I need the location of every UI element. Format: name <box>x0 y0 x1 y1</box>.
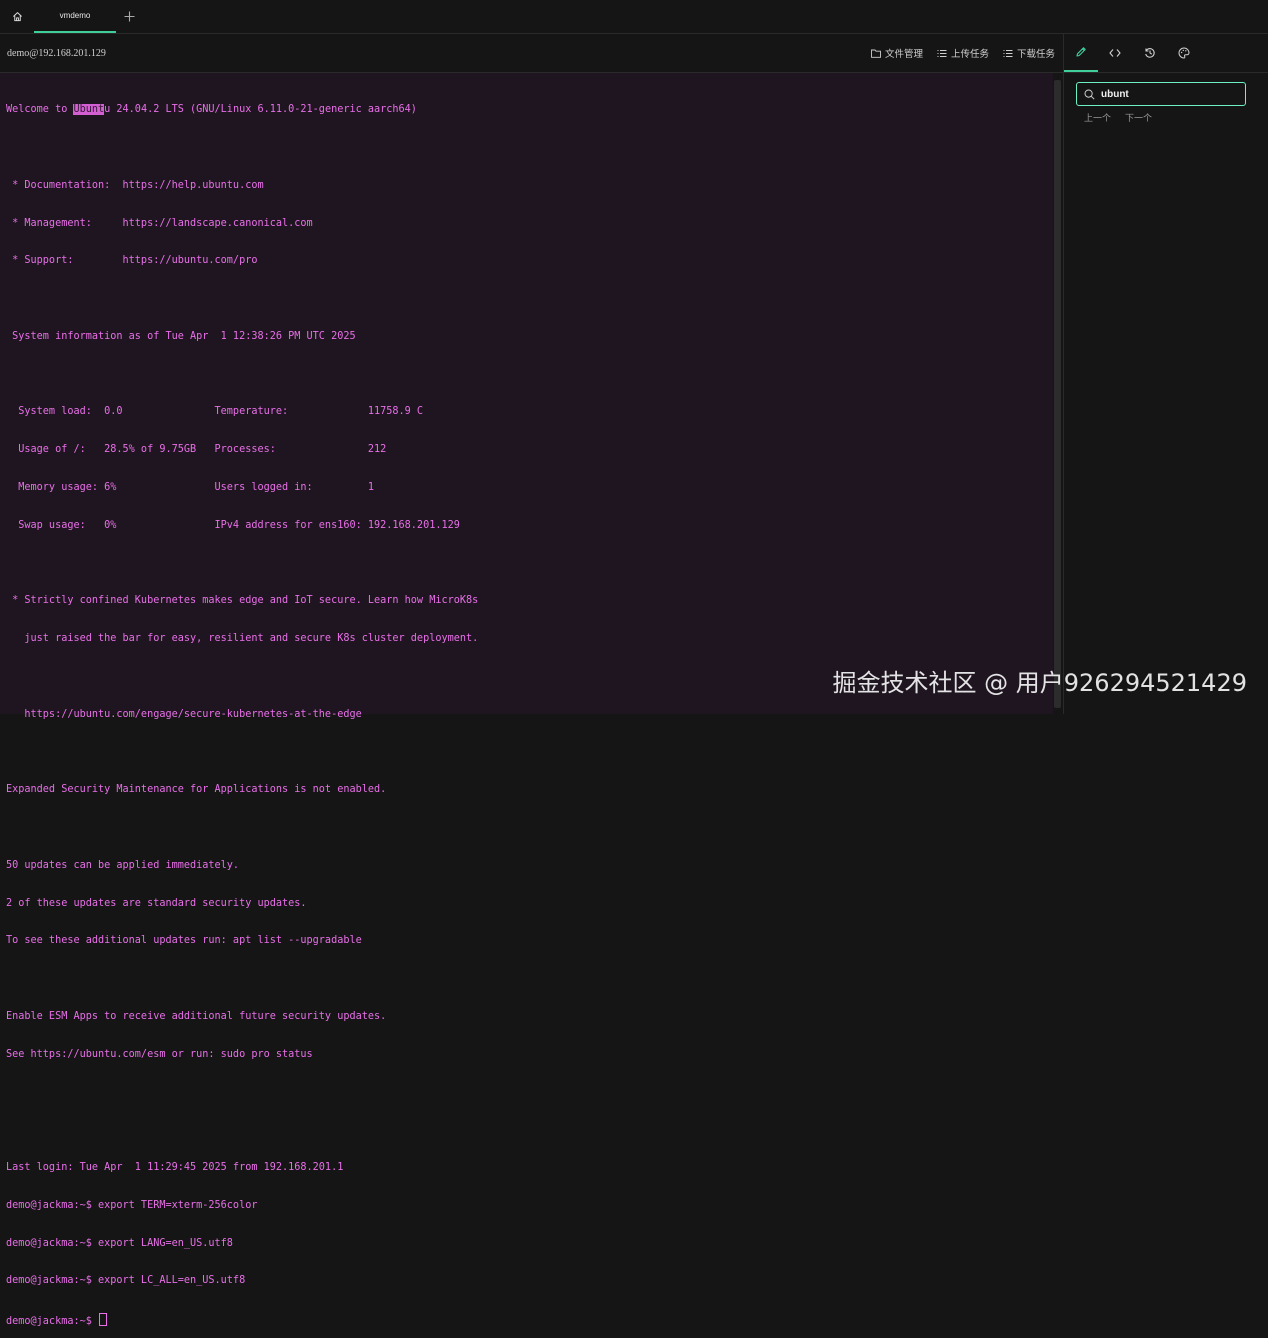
tab-history[interactable] <box>1133 34 1167 71</box>
terminal-search-box[interactable] <box>1076 82 1246 106</box>
list-icon <box>937 49 947 57</box>
add-tab-button[interactable] <box>118 0 140 33</box>
terminal-line: demo@jackma:~$ export TERM=xterm-256colo… <box>6 1199 258 1211</box>
tab-bar: vmdemo <box>0 0 1268 34</box>
terminal-line: Swap usage: 0% IPv4 address for ens160: … <box>6 519 460 531</box>
right-panel: 上一个 下一个 <box>1063 34 1268 714</box>
terminal-line: See https://ubuntu.com/esm or run: sudo … <box>6 1048 313 1060</box>
search-input[interactable] <box>1101 88 1231 100</box>
watermark: 掘金技术社区 @ 用户926294521429 <box>832 669 1248 697</box>
search-next-button[interactable]: 下一个 <box>1125 111 1152 124</box>
tab-vmdemo[interactable]: vmdemo <box>34 0 116 33</box>
terminal-cursor <box>99 1313 108 1327</box>
terminal-line: Welcome to Ubuntu 24.04.2 LTS (GNU/Linux… <box>6 104 478 117</box>
terminal-line: * Documentation: https://help.ubuntu.com <box>6 179 264 191</box>
terminal-line: Enable ESM Apps to receive additional fu… <box>6 1010 387 1022</box>
search-icon <box>1084 89 1095 100</box>
search-match-highlight: Ubunt <box>73 104 105 116</box>
terminal-line: System load: 0.0 Temperature: 11758.9 C <box>6 406 424 418</box>
terminal-line: Expanded Security Maintenance for Applic… <box>6 784 387 796</box>
tab-theme[interactable] <box>1167 34 1201 71</box>
terminal-line: just raised the bar for easy, resilient … <box>6 633 479 645</box>
terminal-prompt-line[interactable]: demo@jackma:~$ <box>6 1313 478 1328</box>
terminal-line: Last login: Tue Apr 1 11:29:45 2025 from… <box>6 1162 344 1174</box>
pencil-icon <box>1076 47 1086 57</box>
download-tasks-label: 下载任务 <box>1016 49 1055 60</box>
palette-icon <box>1178 46 1190 59</box>
terminal-line: Memory usage: 6% Users logged in: 1 <box>6 482 375 493</box>
download-tasks-button[interactable]: 下载任务 <box>1003 46 1055 60</box>
terminal-line: Usage of /: 28.5% of 9.75GB Processes: 2… <box>6 444 387 456</box>
search-navigation: 上一个 下一个 <box>1084 111 1152 124</box>
tab-edit[interactable] <box>1064 34 1098 72</box>
terminal-line: To see these additional updates run: apt… <box>6 935 362 947</box>
tab-code[interactable] <box>1098 34 1132 71</box>
terminal-line: demo@jackma:~$ export LC_ALL=en_US.utf8 <box>6 1275 246 1287</box>
upload-tasks-button[interactable]: 上传任务 <box>937 46 989 60</box>
home-icon <box>12 12 22 22</box>
terminal-line: 50 updates can be applied immediately. <box>6 859 240 871</box>
upload-tasks-label: 上传任务 <box>950 49 989 60</box>
folder-icon <box>871 49 881 58</box>
host-label: demo@192.168.201.129 <box>7 48 106 59</box>
terminal-line: 2 of these updates are standard security… <box>6 897 307 909</box>
home-button[interactable] <box>0 0 34 33</box>
terminal-line: * Management: https://landscape.canonica… <box>6 217 313 229</box>
welcome-suffix: u 24.04.2 LTS (GNU/Linux 6.11.0-21-gener… <box>104 104 417 116</box>
terminal-prompt: demo@jackma:~$ <box>6 1316 99 1328</box>
list-icon <box>1003 49 1013 57</box>
history-icon <box>1145 47 1155 58</box>
file-manager-label: 文件管理 <box>884 49 923 60</box>
tab-label: vmdemo <box>59 11 91 20</box>
search-prev-button[interactable]: 上一个 <box>1084 111 1111 124</box>
terminal-line: * Support: https://ubuntu.com/pro <box>6 255 258 267</box>
file-manager-button[interactable]: 文件管理 <box>871 46 923 60</box>
right-panel-tabs <box>1064 34 1268 73</box>
terminal-scrollbar[interactable] <box>1054 80 1061 708</box>
toolbar-actions: 文件管理 上传任务 下载任务 <box>871 46 1055 60</box>
terminal-line: https://ubuntu.com/engage/secure-kuberne… <box>6 708 362 720</box>
welcome-prefix: Welcome to <box>6 104 74 116</box>
code-icon <box>1109 48 1121 57</box>
terminal-output: Welcome to Ubuntu 24.04.2 LTS (GNU/Linux… <box>6 79 478 1338</box>
terminal-toolbar: demo@192.168.201.129 文件管理 上传任务 下载任务 <box>0 34 1063 73</box>
terminal-line: * Strictly confined Kubernetes makes edg… <box>6 595 479 607</box>
plus-icon <box>124 11 134 22</box>
terminal-line: System information as of Tue Apr 1 12:38… <box>6 330 356 342</box>
terminal-line: demo@jackma:~$ export LANG=en_US.utf8 <box>6 1237 233 1249</box>
